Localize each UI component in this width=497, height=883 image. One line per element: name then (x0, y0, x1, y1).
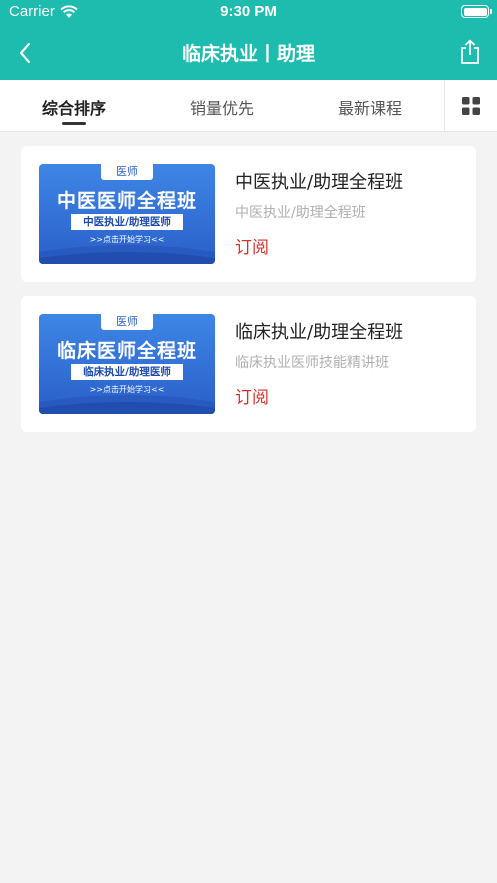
course-card[interactable]: 医师 临床医师全程班 临床执业/助理医师 >>点击开始学习<< 临床执业/助理全… (21, 296, 476, 432)
subscribe-button[interactable]: 订阅 (235, 233, 269, 258)
tab-comprehensive[interactable]: 综合排序 (14, 95, 134, 119)
clock: 9:30 PM (220, 3, 277, 20)
thumb-headline: 中医医师全程班 (56, 190, 197, 212)
nav-bar: 临床执业丨助理 (0, 26, 497, 80)
tab-sales[interactable]: 销量优先 (162, 95, 282, 119)
course-subtitle: 临床执业医师技能精讲班 (235, 355, 389, 371)
course-subtitle: 中医执业/助理全程班 (235, 205, 366, 221)
layout-toggle-button[interactable] (444, 80, 497, 131)
thumb-band: 临床执业/助理医师 (71, 364, 183, 380)
thumb-ribbon: 医师 (101, 314, 153, 330)
top-bar: Carrier 9:30 PM 临床执业丨助理 (0, 0, 497, 80)
subscribe-button[interactable]: 订阅 (235, 383, 269, 408)
course-thumbnail: 医师 中医医师全程班 中医执业/助理医师 >>点击开始学习<< (39, 164, 215, 264)
course-title: 临床执业/助理全程班 (235, 322, 404, 343)
thumb-wave (39, 245, 215, 264)
page-title: 临床执业丨助理 (181, 43, 315, 65)
thumb-wave (39, 395, 215, 414)
thumb-headline: 临床医师全程班 (56, 340, 197, 362)
active-tab-indicator (62, 122, 86, 125)
thumb-band: 中医执业/助理医师 (71, 214, 183, 230)
course-card[interactable]: 医师 中医医师全程班 中医执业/助理医师 >>点击开始学习<< 中医执业/助理全… (21, 146, 476, 282)
sort-tabs: 综合排序 销量优先 最新课程 (0, 80, 497, 132)
course-thumbnail: 医师 临床医师全程班 临床执业/助理医师 >>点击开始学习<< (39, 314, 215, 414)
battery-icon (461, 5, 492, 18)
course-title: 中医执业/助理全程班 (235, 172, 404, 193)
share-button[interactable] (459, 39, 481, 65)
tab-newest[interactable]: 最新课程 (310, 95, 430, 119)
thumb-ribbon: 医师 (101, 164, 153, 180)
share-icon (461, 39, 479, 64)
status-bar: Carrier 9:30 PM (0, 0, 497, 26)
grid-icon (462, 97, 480, 115)
